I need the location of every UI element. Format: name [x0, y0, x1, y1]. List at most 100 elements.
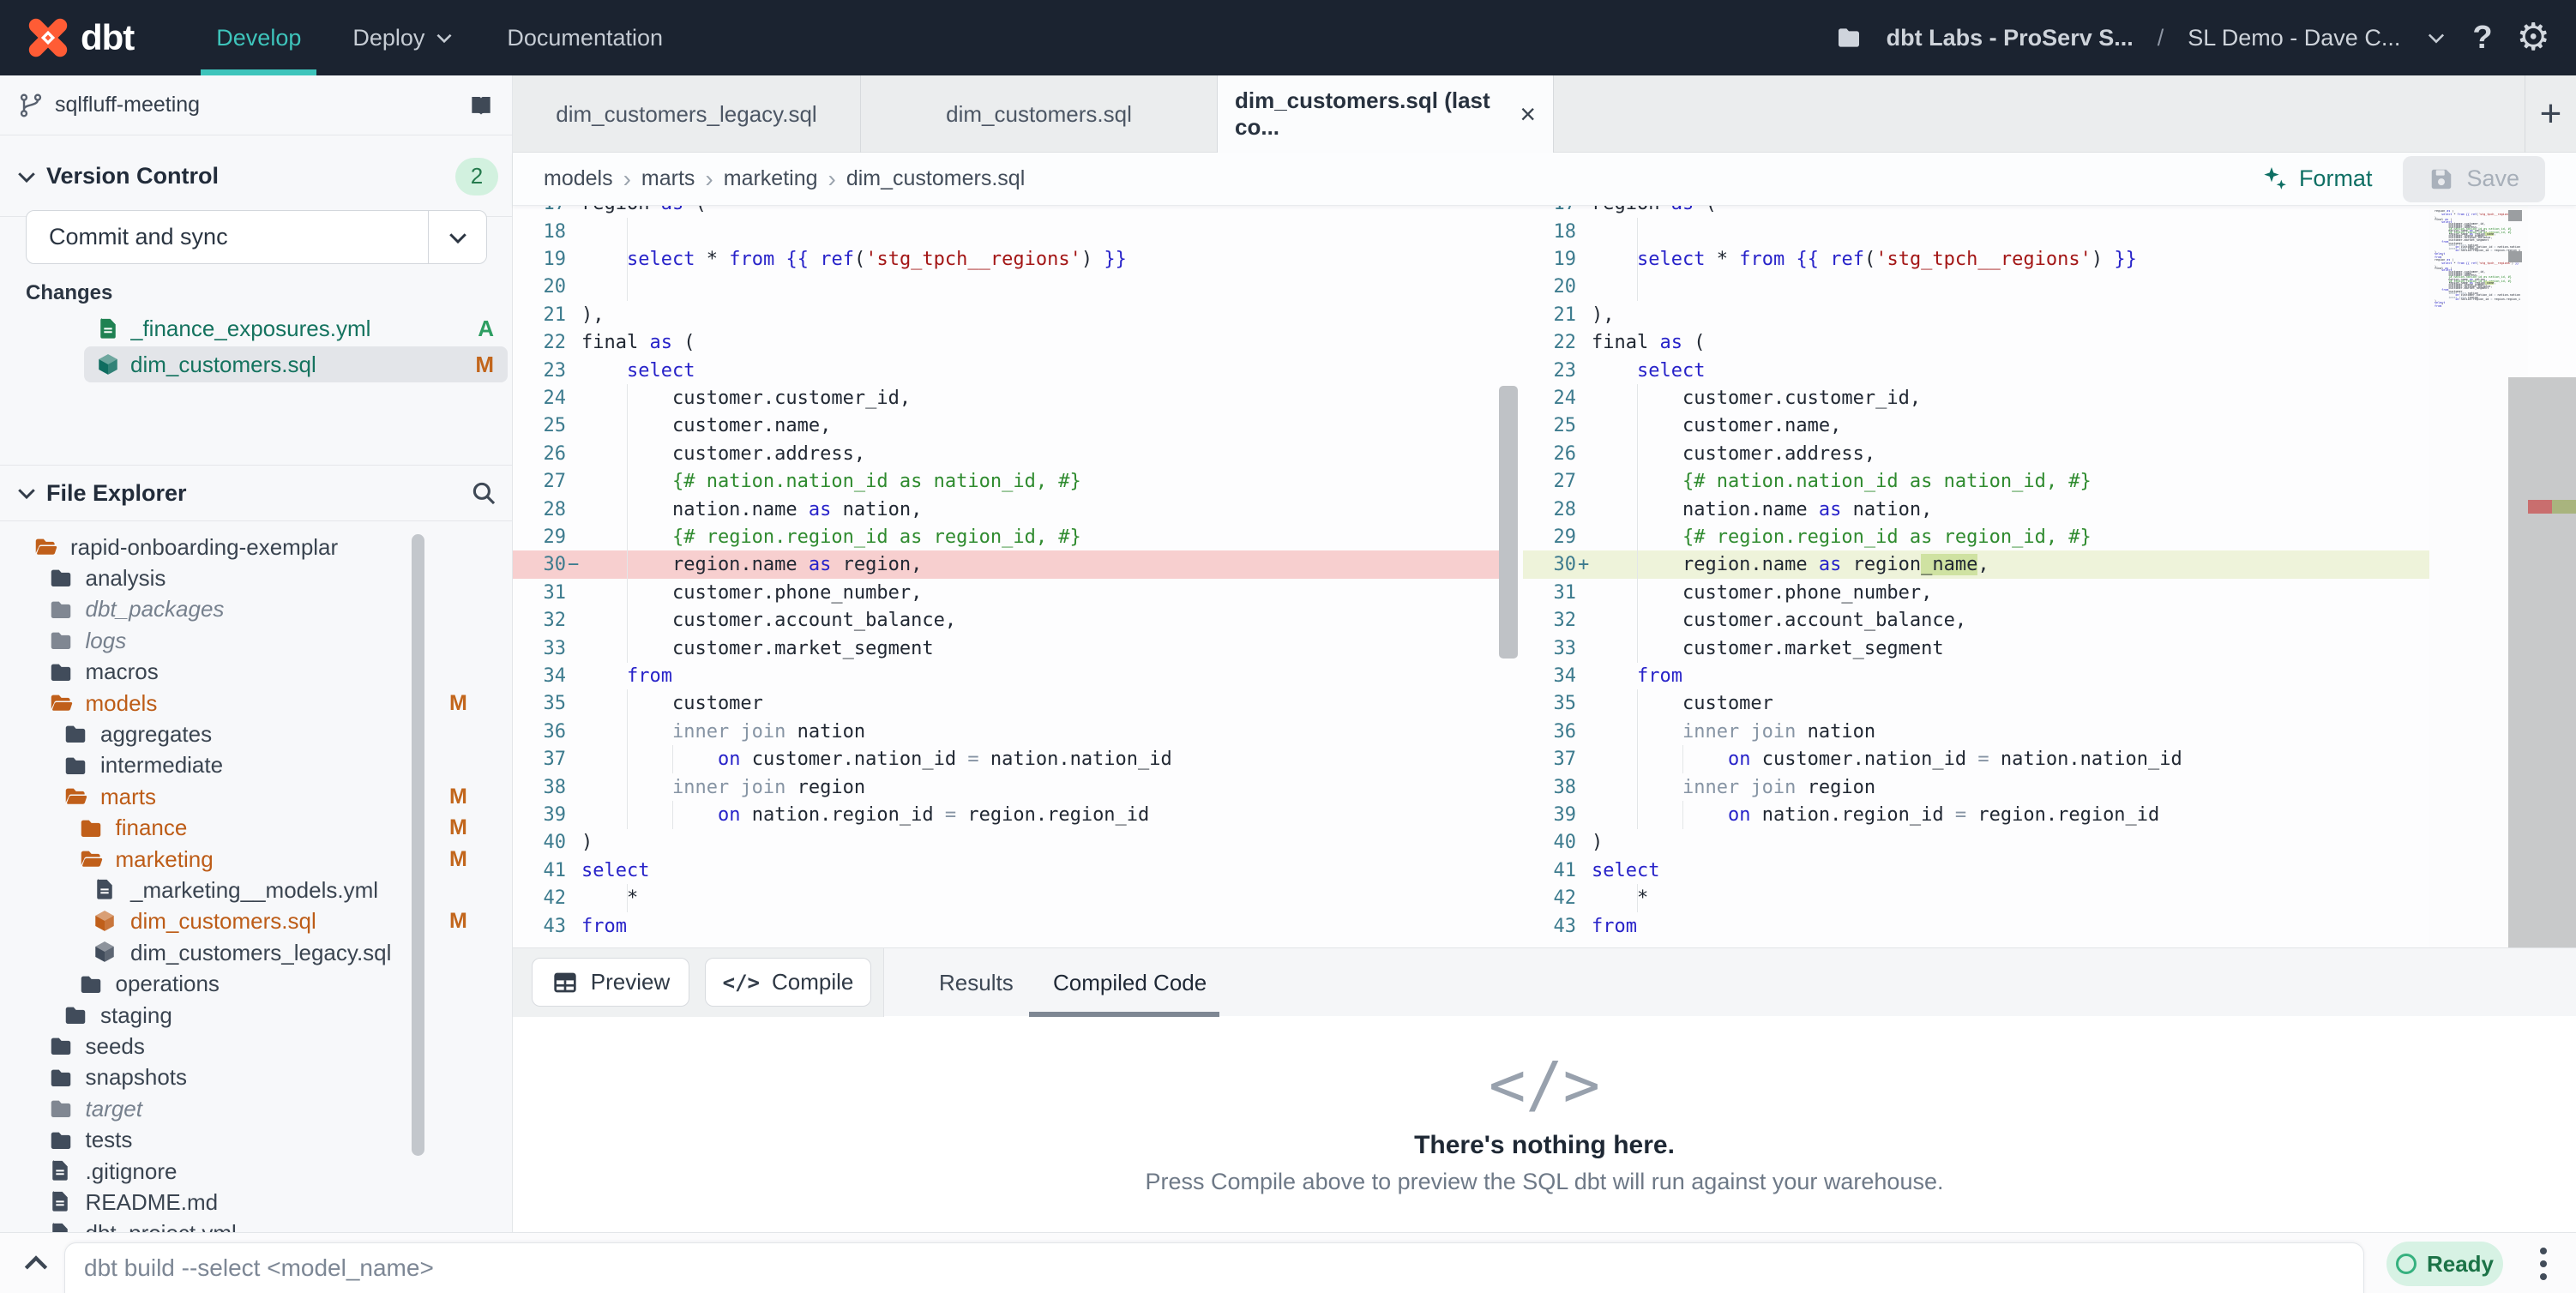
- project-name[interactable]: SL Demo - Dave C...: [2188, 25, 2400, 51]
- ruler-deletion-mark: [2528, 500, 2552, 514]
- tree-item-operations[interactable]: operations: [0, 969, 512, 1000]
- tree-item-staging[interactable]: staging: [0, 1000, 512, 1031]
- command-input-card: [64, 1242, 2364, 1293]
- tree-item-aggregates[interactable]: aggregates: [0, 719, 512, 749]
- code-line-17: 17region as (: [513, 206, 1499, 218]
- tree-item-seeds[interactable]: seeds: [0, 1031, 512, 1061]
- tree-item-models[interactable]: modelsM: [0, 688, 512, 719]
- tree-item--marketing-models-yml[interactable]: _marketing__models.yml: [0, 875, 512, 905]
- nav-develop[interactable]: Develop: [201, 0, 316, 75]
- file-explorer-header[interactable]: File Explorer: [0, 465, 512, 521]
- commit-options-chevron[interactable]: [428, 211, 486, 263]
- help-icon[interactable]: ?: [2472, 21, 2492, 54]
- tab-compiled-code[interactable]: Compiled Code: [1053, 948, 1207, 1017]
- breadcrumb-file[interactable]: dim_customers.sql: [846, 166, 1025, 191]
- search-icon[interactable]: [469, 478, 498, 508]
- branch-name[interactable]: sqlfluff-meeting: [55, 93, 467, 117]
- code-line-33: 33 customer.market_segment: [513, 634, 1499, 663]
- code-line-43: 43from: [1523, 912, 2429, 941]
- tree-item-snapshots[interactable]: snapshots: [0, 1062, 512, 1093]
- folder-icon: [48, 597, 74, 622]
- commit-and-sync-button[interactable]: Commit and sync: [26, 210, 487, 264]
- changed-file-dim-customers[interactable]: dim_customers.sql M: [84, 346, 508, 382]
- tab-dim-customers[interactable]: dim_customers.sql: [861, 75, 1218, 153]
- left-pane-scrollbar[interactable]: [1499, 386, 1518, 659]
- add-tab-button[interactable]: +: [2525, 75, 2576, 153]
- folder-icon: [63, 721, 88, 747]
- code-line-38: 38 inner join region: [1523, 773, 2429, 802]
- folder-icon: [63, 753, 88, 779]
- folder-icon: [63, 1002, 88, 1028]
- code-line-38: 38 inner join region: [513, 773, 1499, 802]
- diff-pane-original[interactable]: 17region as (1819 select * from {{ ref('…: [513, 206, 1499, 947]
- command-input[interactable]: [84, 1243, 2314, 1293]
- tree-item-finance[interactable]: financeM: [0, 813, 512, 844]
- breadcrumb-models[interactable]: models: [544, 166, 613, 191]
- minimap-shade: [2508, 377, 2528, 947]
- save-disk-icon: [2429, 166, 2454, 192]
- dbt-logo[interactable]: dbt: [0, 0, 134, 75]
- breadcrumb-marts[interactable]: marts: [641, 166, 695, 191]
- tree-item-dim-customers-legacy-sql[interactable]: dim_customers_legacy.sql: [0, 937, 512, 968]
- minimap[interactable]: region as ( select * from {{ ref('stg_tp…: [2429, 206, 2528, 947]
- tree-item-logs[interactable]: logs: [0, 625, 512, 656]
- status-modified-badge: M: [449, 815, 467, 840]
- code-line-36: 36 inner join nation: [1523, 718, 2429, 746]
- diff-pane-modified[interactable]: 17region as (1819 select * from {{ ref('…: [1523, 206, 2429, 947]
- diff-editor[interactable]: 17region as (1819 select * from {{ ref('…: [513, 206, 2576, 947]
- code-line-29: 29 {# region.region_id as region_id, #}: [513, 523, 1499, 551]
- nav-documentation[interactable]: Documentation: [491, 0, 678, 75]
- overview-ruler[interactable]: [2528, 206, 2576, 947]
- tree-item-readme-md[interactable]: README.md: [0, 1187, 512, 1218]
- ide-status-badge[interactable]: Ready: [2386, 1242, 2503, 1286]
- changed-file-finance-exposures[interactable]: _finance_exposures.yml A: [84, 310, 508, 346]
- account-name[interactable]: dbt Labs - ProServ S...: [1887, 25, 2134, 51]
- code-line-19: 19 select * from {{ ref('stg_tpch__regio…: [1523, 245, 2429, 274]
- tab-results[interactable]: Results: [939, 948, 1014, 1017]
- status-modified-badge: M: [449, 785, 467, 809]
- tree-item--gitignore[interactable]: .gitignore: [0, 1156, 512, 1187]
- file-tree-scrollbar[interactable]: [412, 534, 424, 1156]
- docs-book-icon[interactable]: [467, 92, 495, 119]
- tree-item-dbt-packages[interactable]: dbt_packages: [0, 594, 512, 625]
- breadcrumb-marketing[interactable]: marketing: [724, 166, 818, 191]
- gear-icon[interactable]: ⚙: [2517, 19, 2550, 57]
- changes-label: Changes: [26, 281, 112, 305]
- tree-item-dbt-project-yml[interactable]: dbt_project.yml: [0, 1218, 512, 1232]
- tree-item-target[interactable]: target: [0, 1093, 512, 1124]
- tree-item-tests[interactable]: tests: [0, 1125, 512, 1156]
- nav-deploy[interactable]: Deploy: [337, 0, 471, 75]
- git-branch-icon: [17, 92, 45, 119]
- code-line-39: 39 on nation.region_id = region.region_i…: [1523, 801, 2429, 829]
- chevron-down-icon[interactable]: [2424, 26, 2448, 50]
- compile-button[interactable]: </> Compile: [705, 958, 871, 1007]
- chevron-down-icon: [14, 480, 39, 506]
- code-line-36: 36 inner join nation: [513, 718, 1499, 746]
- tree-item-analysis[interactable]: analysis: [0, 562, 512, 593]
- tab-dim-customers-legacy[interactable]: dim_customers_legacy.sql: [513, 75, 861, 153]
- file-explorer-title: File Explorer: [46, 480, 187, 507]
- git-branch-row: sqlfluff-meeting: [0, 75, 512, 135]
- tree-item-macros[interactable]: macros: [0, 657, 512, 688]
- top-nav-right: dbt Labs - ProServ S... / SL Demo - Dave…: [1835, 0, 2576, 75]
- tree-item-marts[interactable]: martsM: [0, 781, 512, 812]
- version-control-header[interactable]: Version Control 2: [0, 136, 512, 217]
- minimap-marker: [2508, 251, 2522, 262]
- kebab-menu-icon[interactable]: [2526, 1242, 2561, 1286]
- chevron-up-icon[interactable]: [19, 1247, 53, 1281]
- tab-dim-customers-diff[interactable]: dim_customers.sql (last co... ×: [1218, 75, 1554, 153]
- preview-button[interactable]: Preview: [532, 958, 689, 1007]
- tree-item-marketing[interactable]: marketingM: [0, 844, 512, 875]
- tree-item-rapid-onboarding-exemplar[interactable]: rapid-onboarding-exemplar: [0, 532, 512, 562]
- tree-item-intermediate[interactable]: intermediate: [0, 750, 512, 781]
- close-icon[interactable]: ×: [1520, 99, 1536, 130]
- file-tree: rapid-onboarding-exemplaranalysisdbt_pac…: [0, 521, 512, 1232]
- tree-item-dim-customers-sql[interactable]: dim_customers.sqlM: [0, 906, 512, 937]
- yaml-file-icon: [96, 316, 120, 340]
- code-line-37: 37 on customer.nation_id = nation.nation…: [1523, 745, 2429, 773]
- code-line-28: 28 nation.name as nation,: [1523, 496, 2429, 524]
- format-button[interactable]: Format: [2261, 165, 2373, 193]
- save-button[interactable]: Save: [2403, 156, 2545, 202]
- chevron-down-icon: [14, 164, 39, 189]
- doc-icon: [48, 1221, 74, 1232]
